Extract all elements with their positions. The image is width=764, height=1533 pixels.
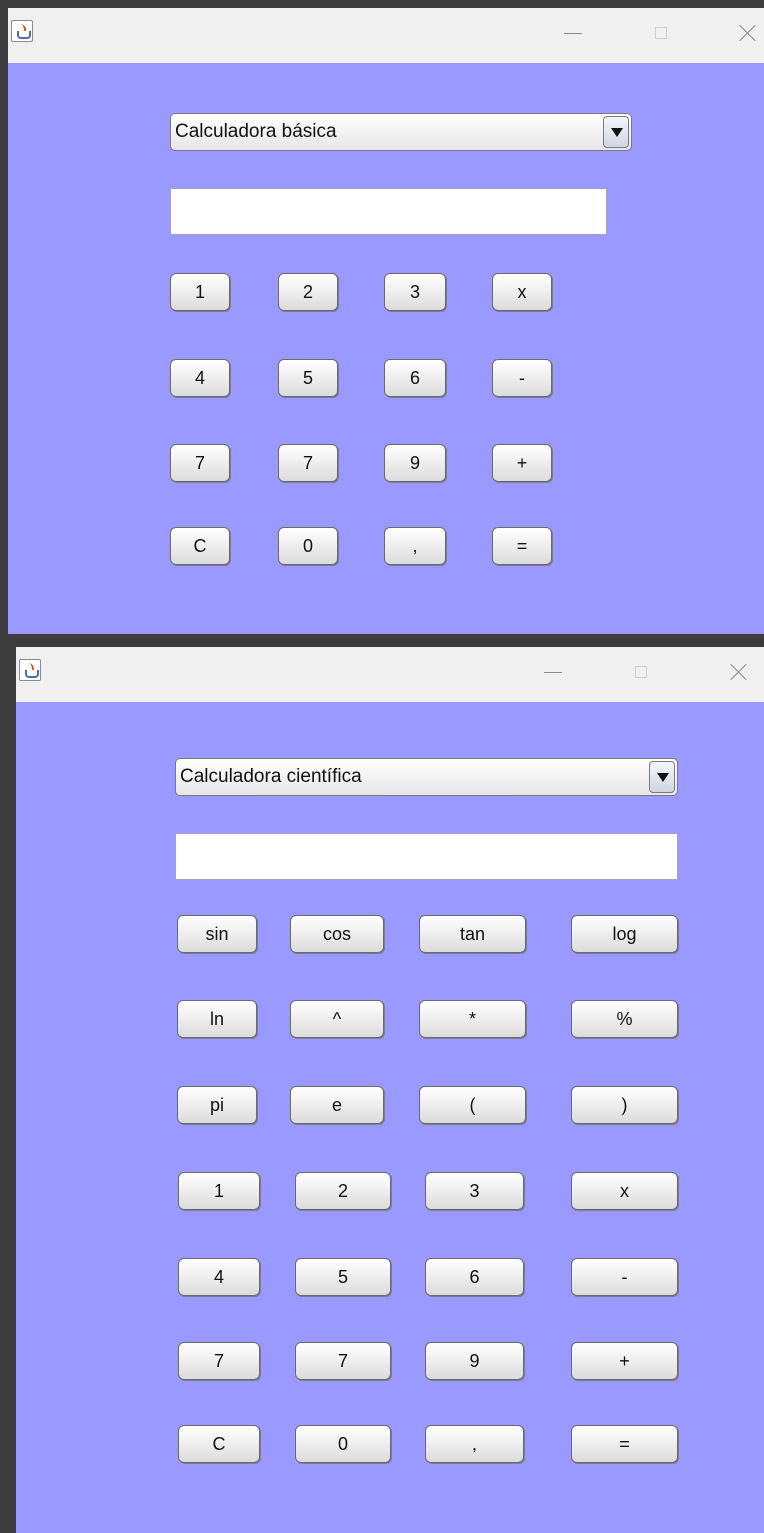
button-percent[interactable]: % <box>571 1000 678 1038</box>
button-2[interactable]: 2 <box>295 1172 391 1210</box>
button-4[interactable]: 4 <box>170 359 230 397</box>
button-open-paren[interactable]: ( <box>419 1086 526 1124</box>
button-plus[interactable]: + <box>571 1342 678 1380</box>
button-7[interactable]: 7 <box>295 1342 391 1380</box>
button-4[interactable]: 4 <box>178 1258 260 1296</box>
button-cos[interactable]: cos <box>290 915 384 953</box>
maximize-icon[interactable] <box>648 20 674 46</box>
button-comma[interactable]: , <box>425 1425 524 1463</box>
button-power[interactable]: ^ <box>290 1000 384 1038</box>
chevron-down-icon[interactable] <box>649 761 675 793</box>
close-icon[interactable] <box>726 659 752 685</box>
title-bar[interactable] <box>16 647 764 702</box>
calculator-mode-dropdown[interactable]: Calculadora científica <box>175 758 678 796</box>
button-0[interactable]: 0 <box>278 527 338 565</box>
button-clear[interactable]: C <box>178 1425 260 1463</box>
button-7[interactable]: 7 <box>170 444 230 482</box>
button-close-paren[interactable]: ) <box>571 1086 678 1124</box>
button-multiply[interactable]: x <box>492 273 552 311</box>
button-sin[interactable]: sin <box>177 915 257 953</box>
button-5[interactable]: 5 <box>295 1258 391 1296</box>
button-1[interactable]: 1 <box>178 1172 260 1210</box>
button-9[interactable]: 9 <box>425 1342 524 1380</box>
button-tan[interactable]: tan <box>419 915 526 953</box>
button-equals[interactable]: = <box>571 1425 678 1463</box>
display-field[interactable] <box>175 833 678 880</box>
button-6[interactable]: 6 <box>425 1258 524 1296</box>
dropdown-selected-value: Calculadora científica <box>180 766 362 787</box>
button-7[interactable]: 7 <box>278 444 338 482</box>
minimize-icon[interactable] <box>540 659 566 685</box>
button-plus[interactable]: + <box>492 444 552 482</box>
title-bar[interactable] <box>8 8 764 63</box>
button-7[interactable]: 7 <box>178 1342 260 1380</box>
close-icon[interactable] <box>735 20 761 46</box>
button-e[interactable]: e <box>290 1086 384 1124</box>
button-log[interactable]: log <box>571 915 678 953</box>
button-equals[interactable]: = <box>492 527 552 565</box>
button-0[interactable]: 0 <box>295 1425 391 1463</box>
calculator-window-basic: Calculadora básica 1 2 3 x 4 5 6 - 7 7 9 + C 0, = <box>8 8 764 634</box>
button-3[interactable]: 3 <box>384 273 446 311</box>
calculator-mode-dropdown[interactable]: Calculadora básica <box>170 113 632 151</box>
button-3[interactable]: 3 <box>425 1172 524 1210</box>
button-5[interactable]: 5 <box>278 359 338 397</box>
java-app-icon[interactable] <box>11 20 33 42</box>
button-9[interactable]: 9 <box>384 444 446 482</box>
button-multiply[interactable]: x <box>571 1172 678 1210</box>
display-field[interactable] <box>170 188 607 235</box>
button-6[interactable]: 6 <box>384 359 446 397</box>
button-asterisk[interactable]: * <box>419 1000 526 1038</box>
calculator-window-scientific: Calculadora científica sin cos tan log ln ^ *%… <box>16 647 764 1533</box>
dropdown-selected-value: Calculadora básica <box>175 121 337 142</box>
button-2[interactable]: 2 <box>278 273 338 311</box>
button-ln[interactable]: ln <box>177 1000 257 1038</box>
minimize-icon[interactable] <box>560 20 586 46</box>
chevron-down-icon[interactable] <box>603 116 629 148</box>
button-minus[interactable]: - <box>492 359 552 397</box>
button-clear[interactable]: C <box>170 527 230 565</box>
java-app-icon[interactable] <box>19 659 41 681</box>
button-comma[interactable]: , <box>384 527 446 565</box>
maximize-icon[interactable] <box>628 659 654 685</box>
button-pi[interactable]: pi <box>177 1086 257 1124</box>
button-1[interactable]: 1 <box>170 273 230 311</box>
button-minus[interactable]: - <box>571 1258 678 1296</box>
